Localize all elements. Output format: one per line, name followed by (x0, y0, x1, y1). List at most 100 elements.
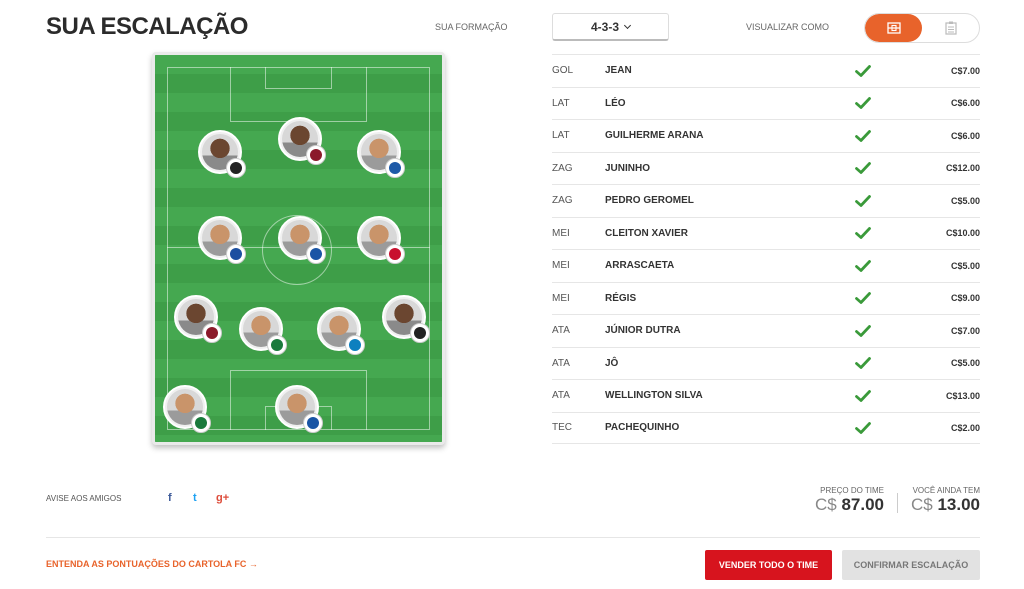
club-badge-icon (202, 323, 222, 343)
player-price: C$6.00 (950, 98, 980, 109)
player-price: C$10.00 (945, 228, 980, 239)
position-label: ATA (552, 325, 570, 337)
player-avatar-pedro-geromel[interactable] (317, 307, 365, 355)
lineup-row[interactable]: ZAG JUNINHO C$12.00 (552, 151, 980, 185)
player-price: C$2.00 (950, 422, 980, 433)
share-label: AVISE AOS AMIGOS (46, 494, 122, 503)
soccer-field (152, 52, 445, 445)
position-label: LAT (552, 130, 570, 142)
team-price-value: 87.00 (841, 495, 884, 514)
club-badge-icon (191, 413, 211, 433)
list-view-icon (944, 21, 957, 35)
player-price: C$6.00 (950, 130, 980, 141)
club-badge-icon (226, 244, 246, 264)
position-label: ATA (552, 390, 570, 402)
club-badge-icon (267, 335, 287, 355)
confirm-lineup-button[interactable]: CONFIRMAR ESCALAÇÃO (842, 550, 980, 580)
lineup-row[interactable]: ATA WELLINGTON SILVA C$13.00 (552, 379, 980, 412)
player-avatar-guilherme-arana[interactable] (382, 295, 430, 343)
twitter-icon[interactable]: t (193, 492, 197, 504)
view-label: VISUALIZAR COMO (746, 22, 830, 32)
totals-divider (897, 493, 898, 513)
position-label: ZAG (552, 162, 573, 174)
player-avatar-jean[interactable] (275, 385, 323, 433)
check-icon (855, 129, 895, 142)
googleplus-icon[interactable]: g+ (216, 492, 229, 504)
team-price-label: PREÇO DO TIME (820, 486, 884, 495)
coach-avatar-pachequinho[interactable] (163, 385, 211, 433)
player-name: PEDRO GEROMEL (605, 195, 694, 207)
field-view-icon (886, 22, 901, 34)
club-badge-icon (306, 145, 326, 165)
player-avatar-juninho[interactable] (239, 307, 287, 355)
lineup-list: GOL JEAN C$7.00 LAT LÉO C$6.00 LAT GUILHERME AR… (552, 54, 980, 444)
team-price-currency: C$ (814, 495, 837, 514)
player-price: C$5.00 (950, 260, 980, 271)
formation-select[interactable]: 4-3-3 (552, 13, 669, 41)
position-label: TEC (552, 422, 572, 434)
player-name: JEAN (605, 65, 632, 77)
lineup-row[interactable]: GOL JEAN C$7.00 (552, 54, 980, 87)
club-badge-icon (226, 158, 246, 178)
position-label: LAT (552, 97, 570, 109)
player-name: RÉGIS (605, 292, 637, 304)
team-price: PREÇO DO TIME C$ 87.00 (808, 486, 884, 515)
formation-label: SUA FORMAÇÃO (435, 22, 508, 32)
check-icon (855, 194, 895, 207)
position-label: MEI (552, 292, 570, 304)
lineup-row[interactable]: MEI ARRASCAETA C$5.00 (552, 249, 980, 282)
lineup-row[interactable]: MEI RÉGIS C$9.00 (552, 281, 980, 315)
player-name: PACHEQUINHO (605, 422, 680, 434)
footer-divider (46, 537, 980, 538)
check-icon (855, 162, 895, 175)
check-icon (855, 227, 895, 240)
club-badge-icon (385, 244, 405, 264)
lineup-row[interactable]: ZAG PEDRO GEROMEL C$5.00 (552, 184, 980, 217)
player-name: JÚNIOR DUTRA (605, 325, 681, 337)
check-icon (855, 64, 895, 77)
lineup-row[interactable]: ATA JÚNIOR DUTRA C$7.00 (552, 314, 980, 347)
scoring-help-link[interactable]: ENTENDA AS PONTUAÇÕES DO CARTOLA FC → (46, 559, 258, 569)
facebook-icon[interactable]: f (168, 492, 172, 504)
player-price: C$12.00 (945, 163, 980, 174)
position-label: GOL (552, 65, 574, 77)
club-badge-icon (303, 413, 323, 433)
player-avatar-jo[interactable] (278, 117, 326, 165)
lineup-row[interactable]: LAT LÉO C$6.00 (552, 86, 980, 120)
check-icon (855, 421, 895, 434)
lineup-row[interactable]: ATA JÔ C$5.00 (552, 346, 980, 380)
player-avatar-wellington-silva[interactable] (357, 130, 405, 178)
club-badge-icon (306, 244, 326, 264)
player-name: CLEITON XAVIER (605, 227, 688, 239)
check-icon (855, 259, 895, 272)
player-avatar-regis[interactable] (357, 216, 405, 264)
remaining-label: VOCÊ AINDA TEM (912, 486, 980, 495)
goal-box-top (265, 67, 332, 89)
player-name: LÉO (605, 97, 626, 109)
sell-team-button[interactable]: VENDER TODO O TIME (705, 550, 832, 580)
page-title: SUA ESCALAÇÃO (46, 13, 248, 40)
view-toggle[interactable] (864, 13, 980, 43)
list-view-button[interactable] (922, 14, 979, 42)
player-avatar-cleiton-xavier[interactable] (278, 216, 326, 264)
player-name: WELLINGTON SILVA (605, 390, 703, 402)
player-name: GUILHERME ARANA (605, 130, 704, 142)
position-label: ATA (552, 357, 570, 369)
player-avatar-leo[interactable] (174, 295, 222, 343)
club-badge-icon (385, 158, 405, 178)
chevron-down-icon (623, 21, 632, 29)
player-name: JÔ (605, 357, 619, 369)
player-price: C$7.00 (950, 65, 980, 76)
player-price: C$13.00 (945, 390, 980, 401)
check-icon (855, 292, 895, 305)
position-label: MEI (552, 227, 570, 239)
player-avatar-junior-dutra[interactable] (198, 130, 246, 178)
position-label: ZAG (552, 195, 573, 207)
player-price: C$5.00 (950, 195, 980, 206)
lineup-row[interactable]: TEC PACHEQUINHO C$2.00 (552, 411, 980, 444)
lineup-row[interactable]: LAT GUILHERME ARANA C$6.00 (552, 119, 980, 152)
player-price: C$7.00 (950, 325, 980, 336)
lineup-row[interactable]: MEI CLEITON XAVIER C$10.00 (552, 216, 980, 250)
field-view-button[interactable] (865, 14, 922, 42)
player-avatar-arrascaeta[interactable] (198, 216, 246, 264)
